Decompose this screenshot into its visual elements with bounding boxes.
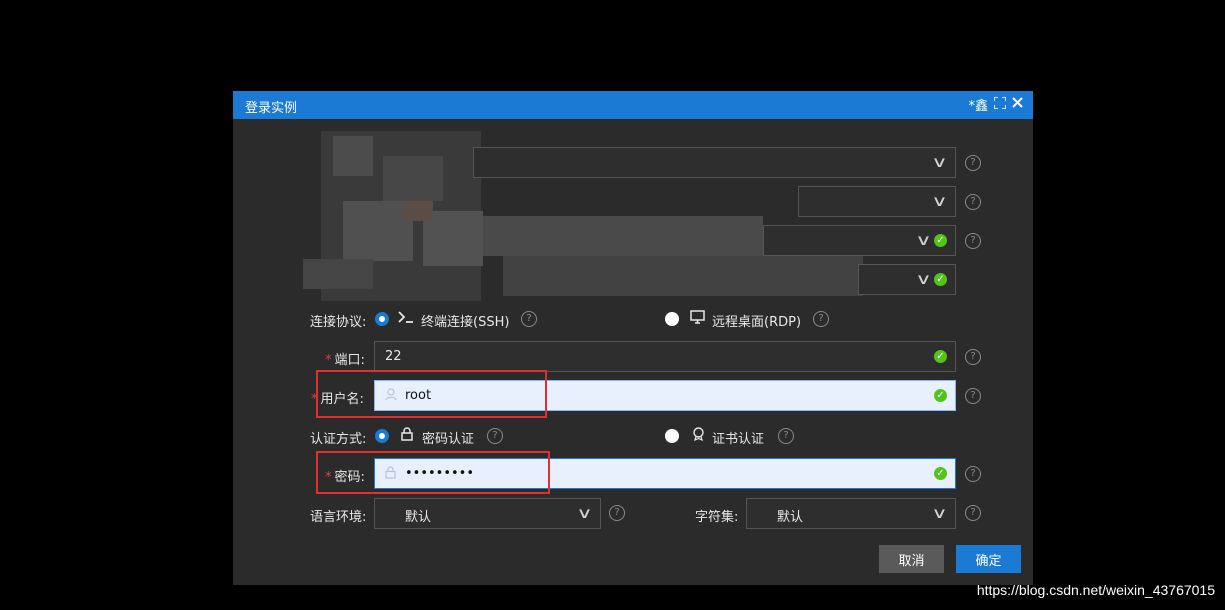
check-circle-icon: ✓ (934, 273, 947, 286)
help-icon[interactable]: ? (965, 155, 981, 171)
select-field-2[interactable]: ∨ (798, 186, 956, 217)
rdp-option-label[interactable]: 远程桌面(RDP) (712, 311, 801, 330)
auth-label: 认证方式: (310, 432, 367, 447)
terminal-icon (398, 310, 414, 328)
charset-value: 默认 (777, 510, 804, 525)
monitor-icon (690, 310, 705, 328)
help-icon[interactable]: ? (965, 388, 981, 404)
titlebar-controls: *鑫 (968, 95, 1023, 114)
charset-select[interactable]: 默认 ∨ (746, 498, 956, 529)
chevron-down-icon: ∨ (576, 504, 593, 522)
cert-auth-label[interactable]: 证书认证 (712, 428, 764, 447)
help-icon[interactable]: ? (965, 349, 981, 365)
dialog-title: 登录实例 (245, 101, 298, 116)
locale-select[interactable]: 默认 ∨ (374, 498, 601, 529)
help-icon[interactable]: ? (813, 311, 829, 327)
radio-rdp[interactable] (665, 312, 679, 326)
charset-label: 字符集: (695, 510, 739, 525)
port-label: * 端口: (325, 353, 365, 368)
radio-cert-auth[interactable] (665, 429, 679, 443)
check-circle-icon: ✓ (934, 234, 947, 247)
check-circle-icon: ✓ (934, 467, 947, 480)
help-icon[interactable]: ? (521, 311, 537, 327)
fullscreen-icon[interactable] (993, 95, 1007, 113)
help-icon[interactable]: ? (965, 505, 981, 521)
port-input[interactable]: 22 ✓ (374, 341, 956, 372)
certificate-icon (692, 427, 705, 445)
port-value: 22 (385, 349, 402, 364)
protocol-label: 连接协议: (310, 315, 367, 330)
locale-value: 默认 (405, 510, 432, 525)
close-icon[interactable] (1012, 97, 1023, 112)
check-circle-icon: ✓ (934, 350, 947, 363)
help-icon[interactable]: ? (965, 233, 981, 249)
highlight-box-password (316, 451, 550, 494)
select-field-1[interactable]: ∨ (473, 147, 956, 178)
password-auth-label[interactable]: 密码认证 (422, 428, 474, 447)
help-icon[interactable]: ? (965, 194, 981, 210)
cancel-button[interactable]: 取消 (879, 545, 944, 573)
lock-icon (401, 427, 413, 445)
chevron-down-icon: ∨ (915, 231, 932, 249)
chevron-down-icon: ∨ (931, 153, 948, 171)
watermark-url: https://blog.csdn.net/weixin_43767015 (976, 582, 1215, 598)
radio-ssh[interactable] (375, 312, 389, 326)
help-icon[interactable]: ? (609, 505, 625, 521)
select-field-4[interactable]: ∨ ✓ (858, 264, 956, 295)
chevron-down-icon: ∨ (931, 504, 948, 522)
login-instance-dialog: 登录实例 *鑫 ∨ ? ∨ ? ∨ ✓ ? ∨ ✓ 连接协议: 终端连接(SSH… (233, 91, 1033, 585)
highlight-box-username (316, 370, 547, 418)
ssh-option-label[interactable]: 终端连接(SSH) (421, 311, 509, 330)
titlebar-extra-text: *鑫 (968, 99, 988, 114)
chevron-down-icon: ∨ (915, 270, 932, 288)
check-circle-icon: ✓ (934, 389, 947, 402)
chevron-down-icon: ∨ (931, 192, 948, 210)
help-icon[interactable]: ? (487, 428, 503, 444)
select-field-3[interactable]: ∨ ✓ (763, 225, 956, 256)
help-icon[interactable]: ? (965, 466, 981, 482)
help-icon[interactable]: ? (778, 428, 794, 444)
radio-password-auth[interactable] (375, 429, 389, 443)
locale-label: 语言环境: (310, 510, 367, 525)
confirm-button[interactable]: 确定 (956, 545, 1021, 573)
dialog-titlebar: 登录实例 *鑫 (233, 91, 1033, 119)
